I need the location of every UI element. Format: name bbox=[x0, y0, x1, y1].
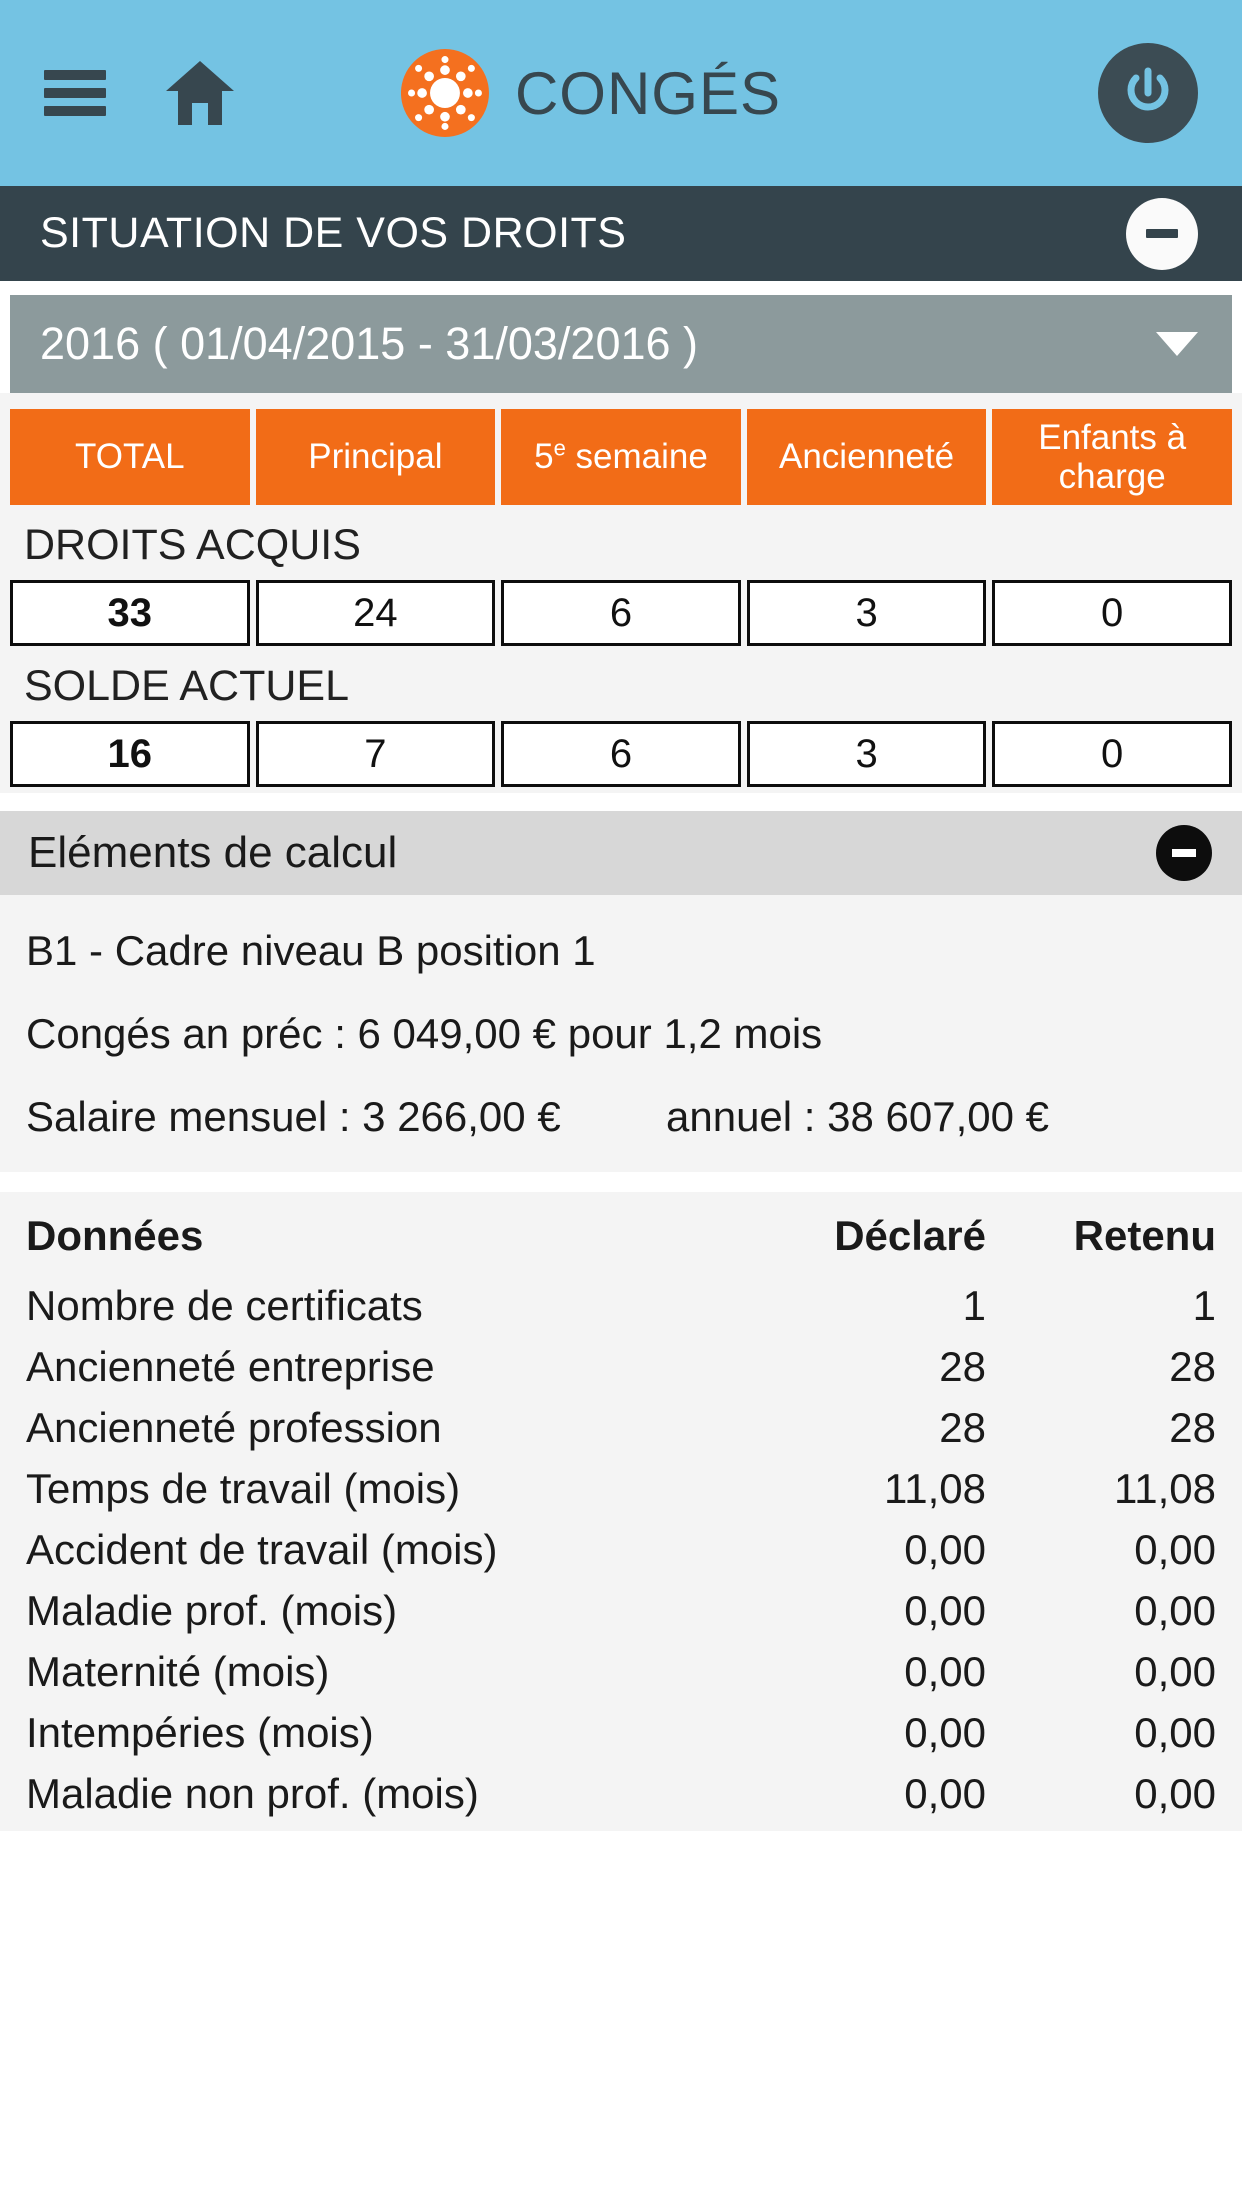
minus-glyph bbox=[1146, 229, 1178, 238]
year-select-value: 2016 ( 01/04/2015 - 31/03/2016 ) bbox=[40, 318, 699, 369]
sun-logo-icon bbox=[400, 49, 489, 137]
salary-monthly: Salaire mensuel : 3 266,00 € bbox=[26, 1092, 561, 1140]
row-label: Ancienneté entreprise bbox=[26, 1342, 435, 1390]
year-select[interactable]: 2016 ( 01/04/2015 - 31/03/2016 ) bbox=[10, 295, 1232, 393]
value-cell: 33 bbox=[10, 580, 250, 646]
row-retained-value: 0,00 bbox=[1134, 1769, 1216, 1817]
table-row: Maladie prof. (mois) 0,00 0,00 bbox=[26, 1587, 1216, 1648]
row-declared-value: 28 bbox=[939, 1342, 986, 1390]
table-row: Temps de travail (mois) 11,08 11,08 bbox=[26, 1465, 1216, 1526]
minus-glyph bbox=[1172, 849, 1196, 857]
header-retenu: Retenu bbox=[1073, 1211, 1216, 1259]
column-header-enfants-a-charge[interactable]: Enfants à charge bbox=[992, 409, 1232, 505]
column-header-total[interactable]: TOTAL bbox=[10, 409, 250, 505]
row-label: Ancienneté profession bbox=[26, 1403, 442, 1451]
hamburger-bar bbox=[44, 70, 106, 80]
solde-actuel-caption: SOLDE ACTUEL bbox=[0, 646, 1242, 721]
value-cell: 3 bbox=[746, 580, 987, 646]
row-retained-value: 0,00 bbox=[1134, 1525, 1216, 1573]
salary-annual: annuel : 38 607,00 € bbox=[666, 1092, 1050, 1140]
table-row: Maladie non prof. (mois) 0,00 0,00 bbox=[26, 1770, 1216, 1831]
table-row: Accident de travail (mois) 0,00 0,00 bbox=[26, 1526, 1216, 1587]
row-label: Nombre de certificats bbox=[26, 1281, 423, 1329]
rights-column-headers: TOTAL Principal 5e semaine Ancienneté En… bbox=[0, 393, 1242, 505]
row-declared-value: 0,00 bbox=[904, 1708, 986, 1756]
value-cell: 7 bbox=[255, 721, 496, 787]
home-icon[interactable] bbox=[164, 59, 236, 127]
value-cell: 6 bbox=[501, 580, 741, 646]
power-button[interactable] bbox=[1098, 43, 1198, 143]
column-header-principal[interactable]: Principal bbox=[255, 409, 496, 505]
row-declared-value: 0,00 bbox=[904, 1586, 986, 1634]
value-cell: 0 bbox=[992, 580, 1232, 646]
table-row: Maternité (mois) 0,00 0,00 bbox=[26, 1648, 1216, 1709]
app-title: CONGÉS bbox=[514, 59, 782, 127]
row-retained-value: 0,00 bbox=[1134, 1647, 1216, 1695]
row-label: Maladie prof. (mois) bbox=[26, 1586, 398, 1634]
calc-line-salary: Salaire mensuel : 3 266,00 € annuel : 38… bbox=[0, 1087, 1242, 1148]
row-declared-value: 0,00 bbox=[904, 1525, 986, 1573]
row-declared-value: 1 bbox=[962, 1281, 986, 1329]
row-declared-value: 11,08 bbox=[884, 1464, 986, 1512]
droits-acquis-values: 33 24 6 3 0 bbox=[0, 580, 1242, 646]
calc-section-title: Eléments de calcul bbox=[28, 828, 398, 877]
solde-actuel-values: 16 7 6 3 0 bbox=[0, 721, 1242, 787]
calc-body: B1 - Cadre niveau B position 1 Congés an… bbox=[0, 895, 1242, 1172]
droits-acquis-caption: DROITS ACQUIS bbox=[0, 505, 1242, 580]
column-header-5e-semaine[interactable]: 5e semaine bbox=[501, 409, 741, 505]
row-label: Maladie non prof. (mois) bbox=[26, 1769, 479, 1817]
app-bar: CONGÉS bbox=[0, 0, 1242, 186]
section-header-droits[interactable]: SITUATION DE VOS DROITS bbox=[0, 186, 1242, 281]
row-label: Intempéries (mois) bbox=[26, 1708, 374, 1756]
row-declared-value: 0,00 bbox=[904, 1769, 986, 1817]
row-declared-value: 0,00 bbox=[904, 1647, 986, 1695]
hamburger-menu-icon[interactable] bbox=[44, 70, 106, 116]
table-row: Nombre de certificats 1 1 bbox=[26, 1282, 1216, 1343]
app-bar-left-actions bbox=[44, 59, 236, 127]
power-icon bbox=[1127, 67, 1169, 111]
minus-circle-icon[interactable] bbox=[1156, 825, 1212, 881]
brand: CONGÉS bbox=[400, 49, 782, 137]
ordinal-suffix: e bbox=[553, 435, 566, 461]
value-cell: 6 bbox=[501, 721, 741, 787]
table-row: Intempéries (mois) 0,00 0,00 bbox=[26, 1709, 1216, 1770]
row-label: Maternité (mois) bbox=[26, 1647, 330, 1695]
table-row: Ancienneté entreprise 28 28 bbox=[26, 1343, 1216, 1404]
minus-circle-icon[interactable] bbox=[1126, 197, 1198, 270]
value-cell: 3 bbox=[746, 721, 987, 787]
section-title: SITUATION DE VOS DROITS bbox=[40, 209, 627, 257]
hamburger-bar bbox=[44, 88, 106, 98]
chevron-down-icon[interactable] bbox=[1156, 332, 1198, 356]
table-row: Ancienneté profession 28 28 bbox=[26, 1404, 1216, 1465]
header-declare: Déclaré bbox=[834, 1211, 986, 1259]
row-label: Accident de travail (mois) bbox=[26, 1525, 498, 1573]
row-retained-value: 28 bbox=[1169, 1403, 1216, 1451]
year-select-wrapper: 2016 ( 01/04/2015 - 31/03/2016 ) bbox=[0, 281, 1242, 393]
rights-block: TOTAL Principal 5e semaine Ancienneté En… bbox=[0, 393, 1242, 793]
value-cell: 24 bbox=[255, 580, 496, 646]
hamburger-bar bbox=[44, 106, 106, 116]
row-declared-value: 28 bbox=[939, 1403, 986, 1451]
row-retained-value: 0,00 bbox=[1134, 1586, 1216, 1634]
row-label: Temps de travail (mois) bbox=[26, 1464, 461, 1512]
row-retained-value: 0,00 bbox=[1134, 1708, 1216, 1756]
section-header-elements-de-calcul[interactable]: Eléments de calcul bbox=[0, 811, 1242, 895]
donnees-table: Données Déclaré Retenu Nombre de certifi… bbox=[0, 1191, 1242, 1831]
column-header-anciennete[interactable]: Ancienneté bbox=[746, 409, 987, 505]
table-header-row: Données Déclaré Retenu bbox=[26, 1212, 1216, 1282]
calc-line-category: B1 - Cadre niveau B position 1 bbox=[26, 927, 596, 974]
row-retained-value: 1 bbox=[1192, 1281, 1216, 1329]
value-cell: 0 bbox=[992, 721, 1232, 787]
value-cell: 16 bbox=[10, 721, 250, 787]
header-donnees: Données bbox=[26, 1211, 204, 1259]
calc-line-previous-leave: Congés an préc : 6 049,00 € pour 1,2 moi… bbox=[26, 1009, 823, 1057]
row-retained-value: 11,08 bbox=[1114, 1464, 1216, 1512]
row-retained-value: 28 bbox=[1169, 1342, 1216, 1390]
